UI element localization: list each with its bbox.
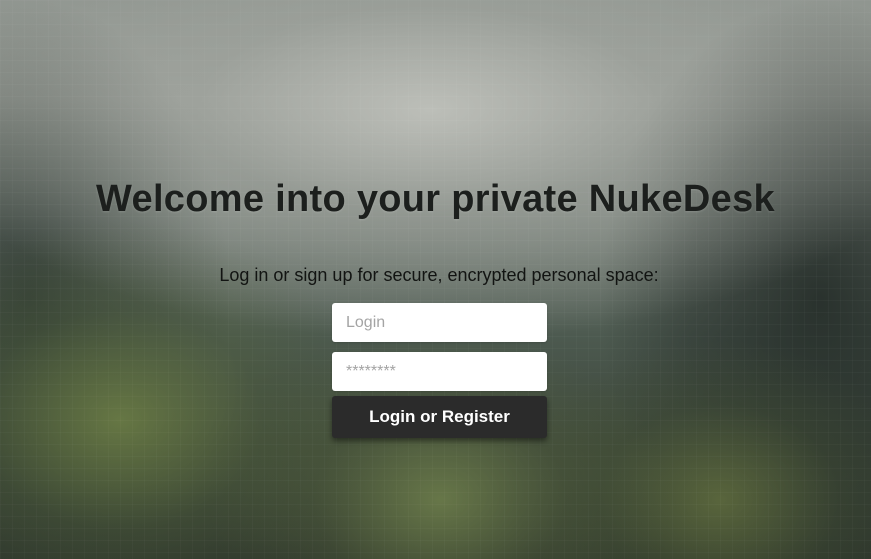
login-input[interactable] bbox=[332, 303, 547, 342]
login-or-register-button[interactable]: Login or Register bbox=[332, 396, 547, 438]
page-subtitle: Log in or sign up for secure, encrypted … bbox=[219, 265, 659, 285]
page-title: Welcome into your private NukeDesk bbox=[96, 178, 775, 220]
password-input[interactable] bbox=[332, 352, 547, 391]
